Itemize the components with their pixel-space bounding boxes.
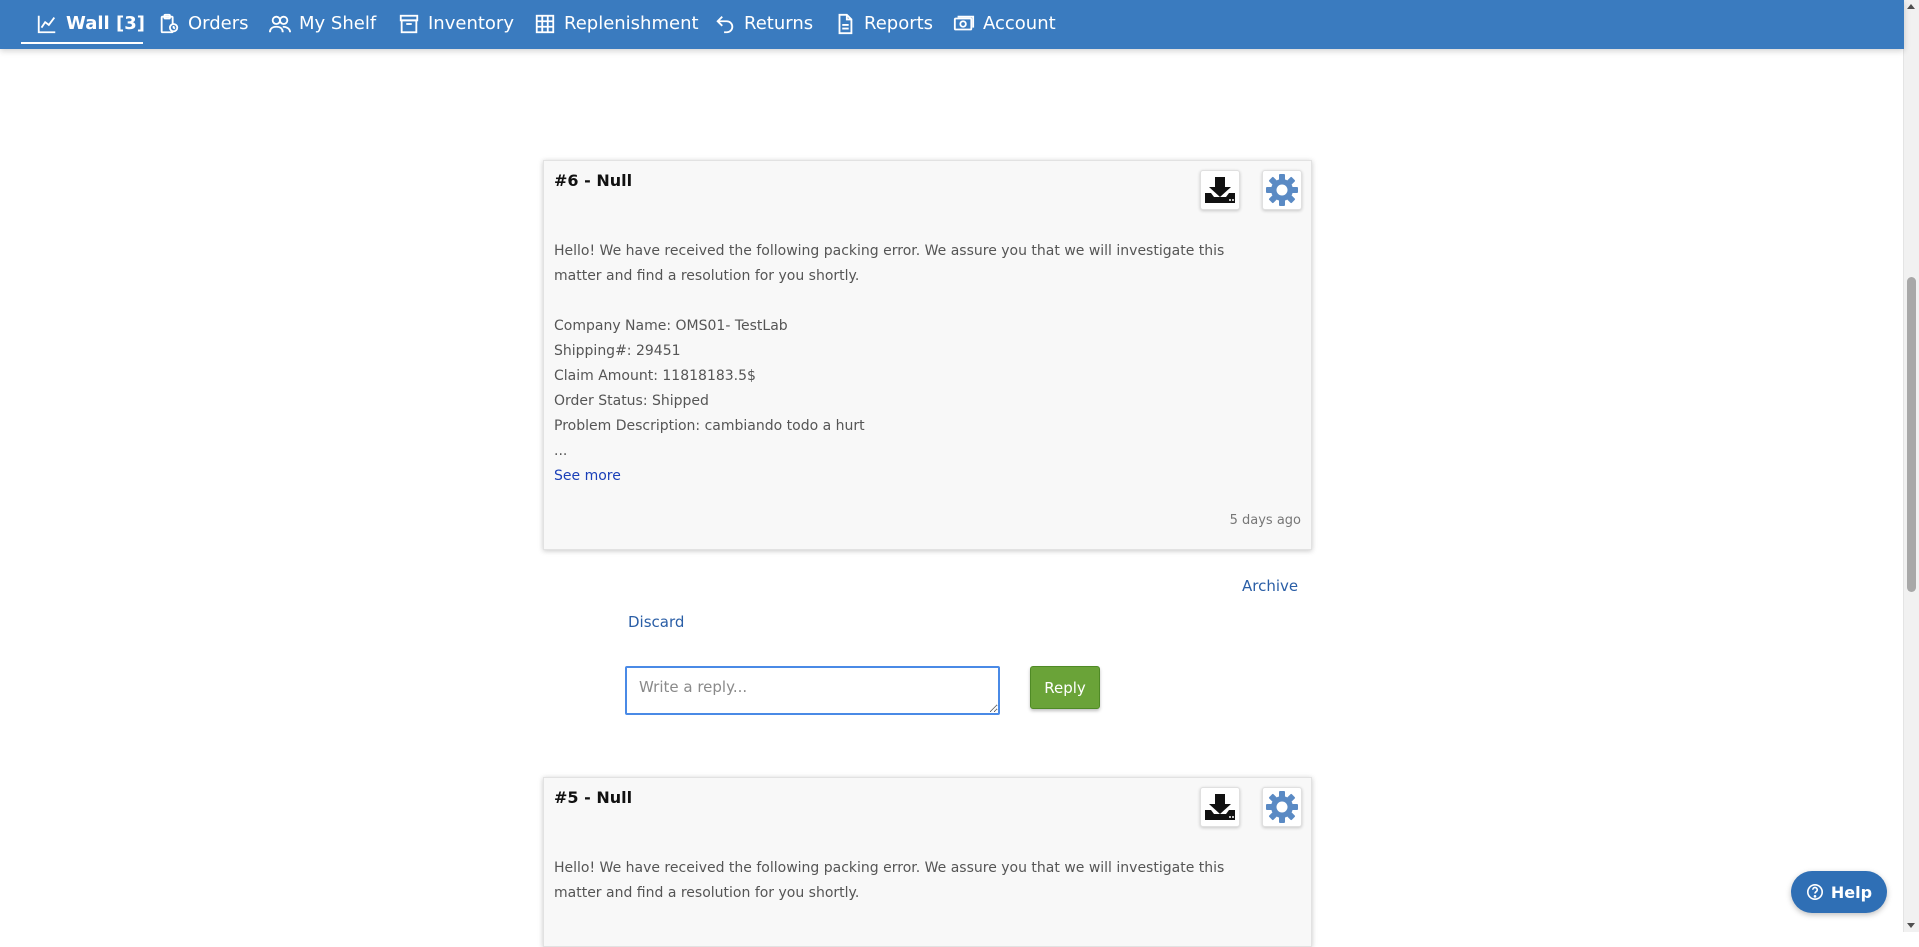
wall-post-card: #6 - Null Hello! We have received the fo… bbox=[543, 160, 1312, 550]
nav-item-label: Account bbox=[983, 13, 1056, 34]
grid-icon bbox=[535, 14, 555, 33]
nav-item-label: My Shelf bbox=[299, 13, 377, 34]
nav-item-orders[interactable]: Orders bbox=[158, 0, 249, 47]
post-intro: Hello! We have received the following pa… bbox=[554, 243, 1225, 284]
scroll-down-arrow-icon[interactable] bbox=[1907, 923, 1915, 928]
undo-arrow-icon bbox=[716, 15, 734, 33]
nav-item-label: Orders bbox=[188, 13, 249, 34]
download-button[interactable] bbox=[1200, 170, 1240, 210]
help-label: Help bbox=[1830, 882, 1873, 902]
discard-link[interactable]: Discard bbox=[628, 613, 684, 631]
nav-item-label: Inventory bbox=[428, 13, 514, 34]
nav-item-label: Reports bbox=[864, 13, 934, 34]
post-intro: Hello! We have received the following pa… bbox=[554, 860, 1225, 901]
top-navigation: Wall [3] Orders My Shelf Inventory Reple… bbox=[0, 0, 1904, 49]
nav-item-account[interactable]: Account bbox=[953, 0, 1056, 47]
document-icon bbox=[838, 13, 853, 34]
post-body: Hello! We have received the following pa… bbox=[554, 239, 1234, 489]
scrollbar-thumb[interactable] bbox=[1907, 277, 1916, 592]
archive-link[interactable]: Archive bbox=[1242, 577, 1298, 595]
users-icon bbox=[269, 15, 291, 32]
nav-item-returns[interactable]: Returns bbox=[714, 0, 813, 47]
order-status: Order Status: Shipped bbox=[554, 393, 709, 409]
post-title: #5 - Null bbox=[554, 788, 633, 807]
gear-icon bbox=[1266, 174, 1298, 206]
claim-amount: Claim Amount: 11818183.5$ bbox=[554, 368, 756, 384]
nav-item-label: Wall [3] bbox=[66, 13, 145, 34]
nav-item-my-shelf[interactable]: My Shelf bbox=[269, 0, 376, 47]
ellipsis: ... bbox=[554, 443, 568, 459]
nav-item-wall[interactable]: Wall [3] bbox=[36, 0, 145, 47]
nav-item-reports[interactable]: Reports bbox=[834, 0, 933, 47]
settings-button[interactable] bbox=[1262, 787, 1302, 827]
shipping-number: Shipping#: 29451 bbox=[554, 343, 681, 359]
company-name: Company Name: OMS01- TestLab bbox=[554, 318, 788, 334]
chart-line-icon bbox=[37, 15, 56, 33]
download-tray-icon bbox=[1205, 177, 1235, 203]
post-body: Hello! We have received the following pa… bbox=[554, 856, 1234, 906]
nav-item-label: Returns bbox=[744, 13, 814, 34]
post-title: #6 - Null bbox=[554, 171, 633, 190]
see-more-link[interactable]: See more bbox=[554, 464, 621, 489]
problem-description: Problem Description: cambiando todo a hu… bbox=[554, 418, 865, 434]
archive-box-icon bbox=[399, 14, 419, 33]
vertical-scrollbar[interactable] bbox=[1903, 0, 1919, 932]
active-tab-indicator bbox=[21, 42, 143, 44]
reply-button[interactable]: Reply bbox=[1030, 666, 1100, 709]
download-button[interactable] bbox=[1200, 787, 1240, 827]
nav-item-replenishment[interactable]: Replenishment bbox=[534, 0, 699, 47]
settings-button[interactable] bbox=[1262, 170, 1302, 210]
help-button[interactable]: Help bbox=[1791, 871, 1887, 913]
post-timestamp: 5 days ago bbox=[1229, 513, 1301, 528]
wall-post-card: #5 - Null Hello! We have received the fo… bbox=[543, 777, 1312, 947]
gear-icon bbox=[1266, 791, 1298, 823]
clipboard-clock-icon bbox=[160, 13, 179, 33]
nav-item-label: Replenishment bbox=[564, 13, 699, 34]
money-icon bbox=[953, 15, 975, 30]
download-tray-icon bbox=[1205, 794, 1235, 820]
scroll-up-arrow-icon[interactable] bbox=[1907, 4, 1915, 9]
question-circle-icon bbox=[1806, 883, 1823, 901]
nav-item-inventory[interactable]: Inventory bbox=[398, 0, 514, 47]
reply-input[interactable] bbox=[625, 666, 1000, 715]
